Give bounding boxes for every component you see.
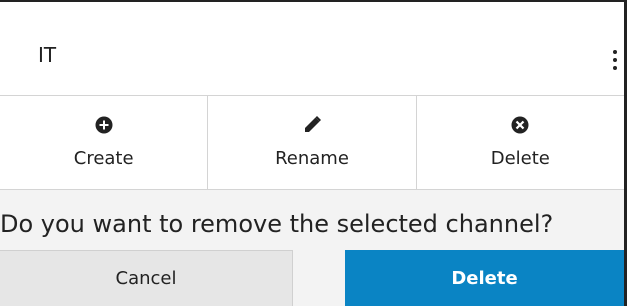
confirm-delete-button[interactable]: Delete (345, 250, 624, 306)
pencil-icon (304, 116, 321, 132)
channel-header: IT (0, 0, 624, 95)
rename-label: Rename (275, 148, 349, 169)
delete-tool-label: Delete (490, 148, 550, 169)
plus-circle-icon (95, 116, 113, 134)
rename-button[interactable]: Rename (208, 96, 417, 189)
create-button[interactable]: Create (0, 96, 209, 189)
channel-title: IT (38, 43, 57, 67)
delete-tool-button[interactable]: Delete (417, 96, 624, 189)
confirm-prompt: Do you want to remove the selected chann… (0, 210, 554, 238)
channel-panel: IT Create Rename Delete Do you want to r… (0, 0, 627, 306)
create-label: Create (73, 148, 134, 169)
channel-toolbar: Create Rename Delete (0, 95, 624, 190)
kebab-menu-icon[interactable] (612, 50, 618, 72)
cancel-button[interactable]: Cancel (0, 250, 293, 306)
x-circle-icon (511, 116, 529, 134)
